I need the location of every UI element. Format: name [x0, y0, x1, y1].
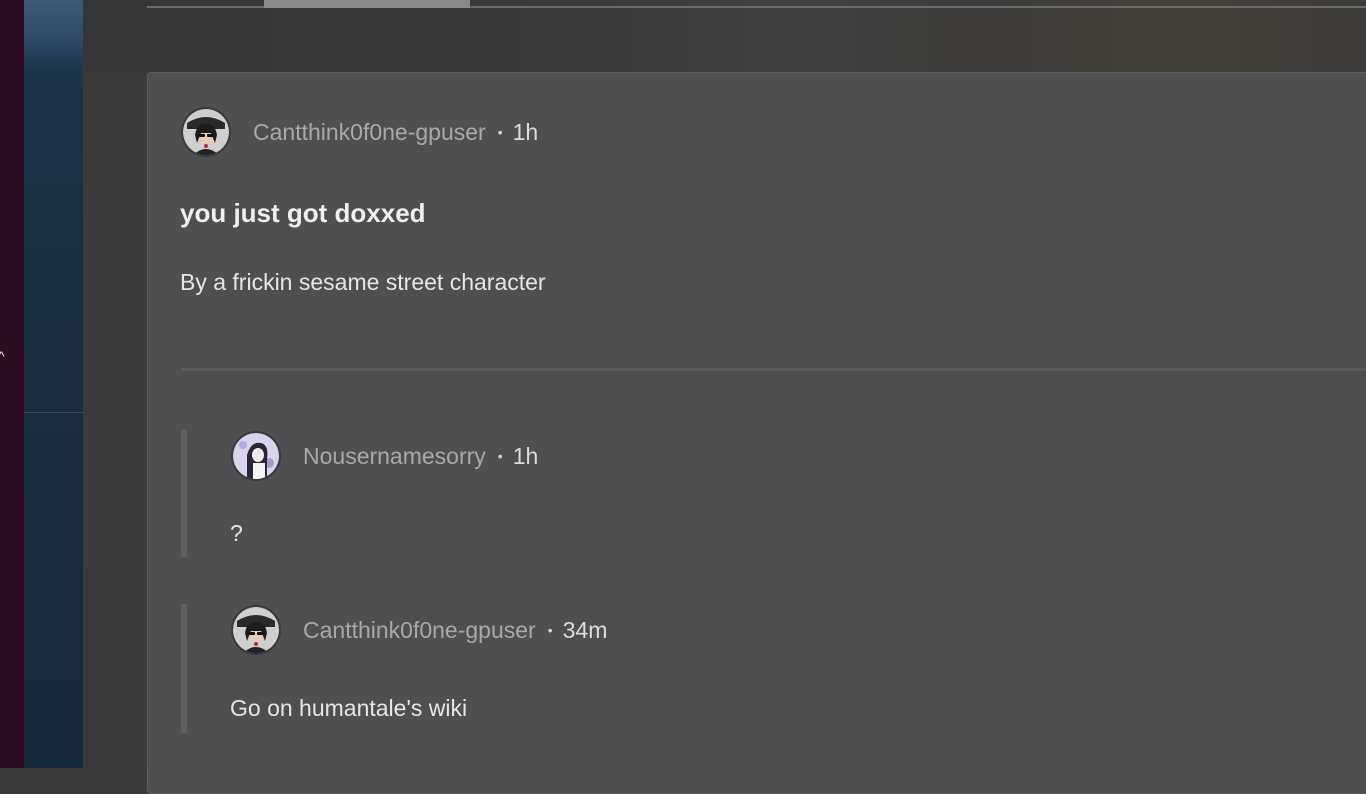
comment-thread-line[interactable]	[181, 430, 187, 557]
separator-dot: •	[547, 622, 553, 638]
header-banner	[83, 0, 1366, 72]
comment-body: Go on humantale's wiki	[230, 695, 468, 721]
left-dock: ^	[0, 0, 24, 768]
comment-timestamp: 34m	[562, 616, 608, 643]
post-body: By a frickin sesame street character	[180, 269, 546, 295]
avatar-icon	[183, 109, 229, 155]
avatar-icon	[233, 607, 279, 653]
post-timestamp: 1h	[512, 118, 539, 145]
comment-timestamp: 1h	[512, 442, 539, 469]
tab-active-indicator[interactable]	[264, 0, 470, 8]
comment-author-name[interactable]: Nousernamesorry	[303, 443, 486, 470]
comment-author-name[interactable]: Cantthink0f0ne-gpuser	[303, 617, 536, 644]
post-author-name[interactable]: Cantthink0f0ne-gpuser	[253, 119, 486, 146]
caret-icon: ^	[0, 348, 5, 364]
post-header: Cantthink0f0ne-gpuser • 1h	[181, 106, 538, 158]
post-divider	[181, 368, 1366, 371]
side-panel-divider	[24, 412, 83, 413]
comment-header: Nousernamesorry • 1h	[231, 430, 538, 482]
comment-author-avatar[interactable]	[231, 431, 281, 481]
separator-dot: •	[497, 448, 503, 464]
comment-header: Cantthink0f0ne-gpuser • 34m	[231, 604, 607, 656]
avatar-icon	[233, 433, 279, 479]
post-title: you just got doxxed	[180, 198, 426, 228]
post-author-avatar[interactable]	[181, 107, 231, 157]
comment-thread-line[interactable]	[181, 604, 187, 733]
separator-dot: •	[497, 124, 503, 140]
comment-body: ?	[230, 520, 243, 546]
comment-author-avatar[interactable]	[231, 605, 281, 655]
side-panel	[24, 0, 83, 768]
